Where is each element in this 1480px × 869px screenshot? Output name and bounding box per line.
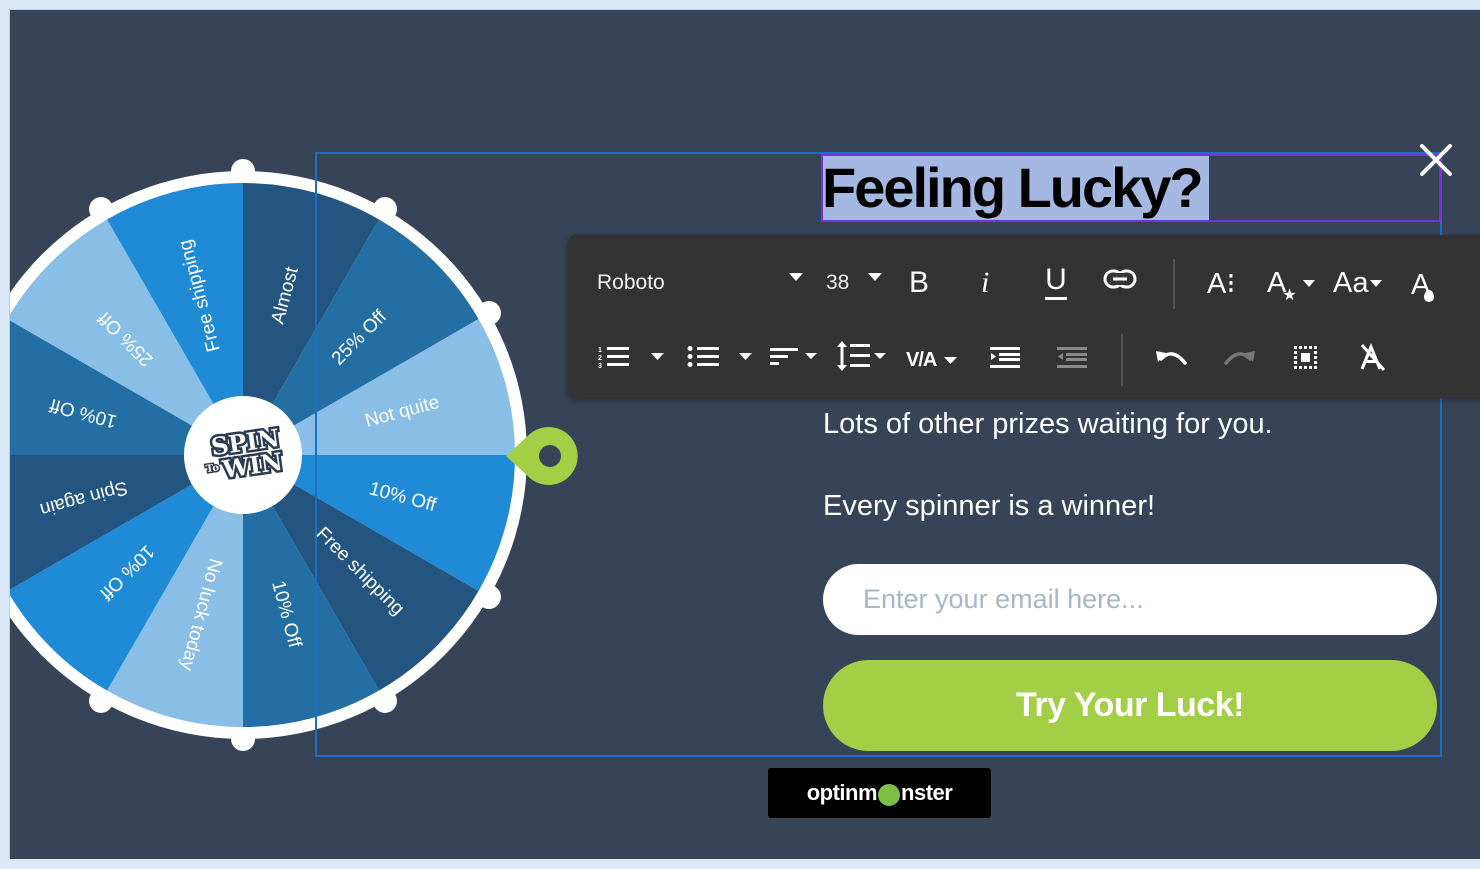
outdent-icon	[1057, 347, 1087, 368]
clear-formatting-button[interactable]	[1359, 343, 1385, 371]
line-height-button[interactable]	[837, 341, 887, 371]
undo-icon	[1156, 351, 1187, 365]
bold-icon: B	[909, 266, 930, 299]
clear-formatting-icon	[1360, 343, 1385, 371]
redo-icon	[1224, 351, 1255, 365]
svg-text:3: 3	[598, 363, 602, 369]
font-size-dropdown-icon[interactable]	[868, 273, 882, 281]
ordered-list-dropdown-icon[interactable]	[651, 353, 664, 360]
bold-button[interactable]: B	[909, 263, 929, 303]
editor-canvas: Almost 25% Off Not quite 10% Off Free shippi…	[9, 9, 1480, 859]
link-icon	[1103, 269, 1137, 289]
try-your-luck-button[interactable]: Try Your Luck!	[823, 660, 1437, 751]
wheel-knob	[89, 197, 113, 222]
text-color-button[interactable]: A	[1411, 263, 1440, 307]
letter-spacing-icon: V/A	[906, 348, 937, 371]
text-effects-icon: A★	[1267, 266, 1297, 304]
popup-body-line-2[interactable]: Every spinner is a winner!	[823, 490, 1155, 523]
align-button[interactable]	[770, 347, 818, 367]
indent-icon	[990, 347, 1020, 368]
toolbar-separator	[1121, 334, 1123, 386]
text-case-icon: Aa	[1333, 266, 1369, 299]
hub-label-to: To	[205, 462, 220, 475]
italic-icon: i	[981, 266, 990, 299]
unordered-list-dropdown-icon[interactable]	[739, 353, 752, 360]
unordered-list-button[interactable]	[687, 345, 721, 369]
italic-button[interactable]: i	[981, 263, 989, 303]
toolbar-separator	[1173, 259, 1175, 309]
ordered-list-icon: 123	[598, 347, 629, 369]
indent-button[interactable]	[990, 347, 1020, 369]
svg-text:2: 2	[598, 355, 602, 362]
text-spacing-button[interactable]: A⁝	[1207, 263, 1236, 303]
text-effects-button[interactable]: A★	[1267, 261, 1315, 305]
font-size-value: 38	[826, 271, 850, 294]
heading-selection-frame[interactable]	[821, 154, 1441, 222]
branding-text-pre: optinm	[806, 780, 878, 805]
email-input[interactable]	[823, 564, 1437, 635]
link-button[interactable]	[1103, 269, 1137, 289]
letter-spacing-button[interactable]: V/A	[906, 343, 958, 377]
unordered-list-icon	[687, 346, 719, 367]
text-format-toolbar: Roboto 38 B i U A⁝ A★ Aa A 123 V/A	[567, 235, 1480, 398]
optinmonster-badge[interactable]: optinm nster	[768, 768, 991, 818]
monster-logo-icon	[878, 784, 901, 806]
undo-button[interactable]	[1156, 349, 1188, 367]
wheel-knob	[231, 159, 255, 183]
underline-button[interactable]: U	[1045, 261, 1067, 303]
line-height-icon	[837, 341, 886, 371]
wheel-knob	[231, 727, 255, 751]
underline-icon: U	[1045, 262, 1067, 296]
font-family-value: Roboto	[597, 271, 665, 294]
close-icon[interactable]	[1418, 142, 1454, 178]
branding-text-post: nster	[901, 780, 953, 805]
font-family-dropdown-icon[interactable]	[789, 273, 803, 281]
text-case-button[interactable]: Aa	[1333, 263, 1383, 303]
select-all-icon	[1294, 346, 1317, 369]
font-size-select[interactable]: 38	[826, 263, 849, 303]
text-color-icon: A	[1411, 269, 1440, 302]
outdent-button[interactable]	[1057, 347, 1087, 369]
font-family-select[interactable]: Roboto	[597, 263, 665, 303]
svg-text:1: 1	[598, 347, 602, 354]
popup-body-line-1[interactable]: Lots of other prizes waiting for you.	[823, 408, 1273, 441]
align-left-icon	[770, 348, 817, 365]
wheel-knob	[89, 688, 113, 713]
ordered-list-button[interactable]: 123	[597, 345, 631, 369]
redo-button[interactable]	[1223, 349, 1255, 367]
text-spacing-icon: A⁝	[1207, 267, 1236, 300]
select-all-button[interactable]	[1294, 346, 1318, 370]
